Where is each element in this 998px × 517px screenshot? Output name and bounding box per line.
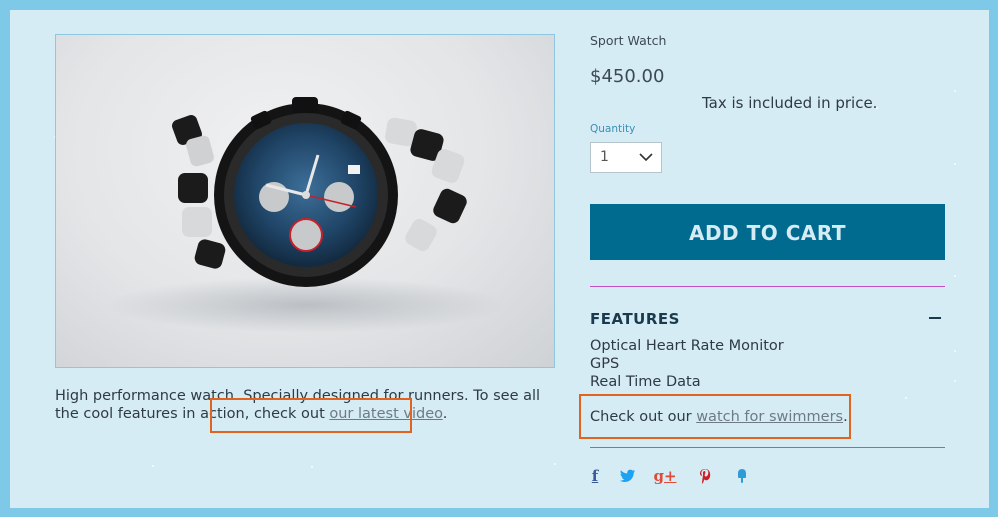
product-title: Sport Watch (590, 33, 667, 48)
quantity-label: Quantity (590, 123, 636, 135)
description-end: . (442, 406, 448, 422)
tax-note: Tax is included in price. (702, 94, 878, 112)
swimmers-link-highlight (579, 394, 851, 439)
watch-image (106, 97, 506, 333)
video-link-highlight (210, 398, 412, 433)
product-price: $450.00 (590, 66, 665, 87)
feature-item: GPS (590, 356, 620, 372)
decorative-dot (954, 350, 956, 352)
quantity-select[interactable]: 1 (590, 142, 662, 173)
feature-list: Optical Heart Rate Monitor GPS Real Time… (590, 337, 784, 391)
features-title: FEATURES (590, 310, 680, 328)
decorative-dot (954, 90, 956, 92)
product-page: High performance watch. Specially design… (10, 10, 989, 508)
feature-item: Real Time Data (590, 374, 701, 390)
pinterest-p-shape (700, 469, 711, 484)
twitter-bird-shape (620, 469, 635, 482)
decorative-dot (954, 163, 956, 165)
quantity-value: 1 (600, 149, 609, 165)
product-image[interactable] (55, 34, 555, 368)
decorative-dot (954, 275, 956, 277)
fancy-shape (738, 469, 746, 483)
twitter-icon[interactable] (619, 467, 637, 485)
pinterest-icon[interactable] (696, 467, 714, 485)
decorative-dot (905, 397, 907, 399)
decorative-dot (152, 465, 154, 467)
googleplus-icon[interactable]: g+ (653, 467, 676, 485)
facebook-icon[interactable]: f (586, 467, 604, 485)
decorative-dot (311, 466, 313, 468)
add-to-cart-button[interactable]: ADD TO CART (590, 204, 945, 260)
minus-icon[interactable] (929, 317, 941, 319)
feature-item: Optical Heart Rate Monitor (590, 338, 784, 354)
fancy-icon[interactable] (733, 467, 751, 485)
decorative-dot (954, 380, 956, 382)
divider (590, 447, 945, 448)
divider (590, 286, 945, 287)
decorative-dot (554, 463, 556, 465)
chevron-down-icon (639, 153, 653, 162)
